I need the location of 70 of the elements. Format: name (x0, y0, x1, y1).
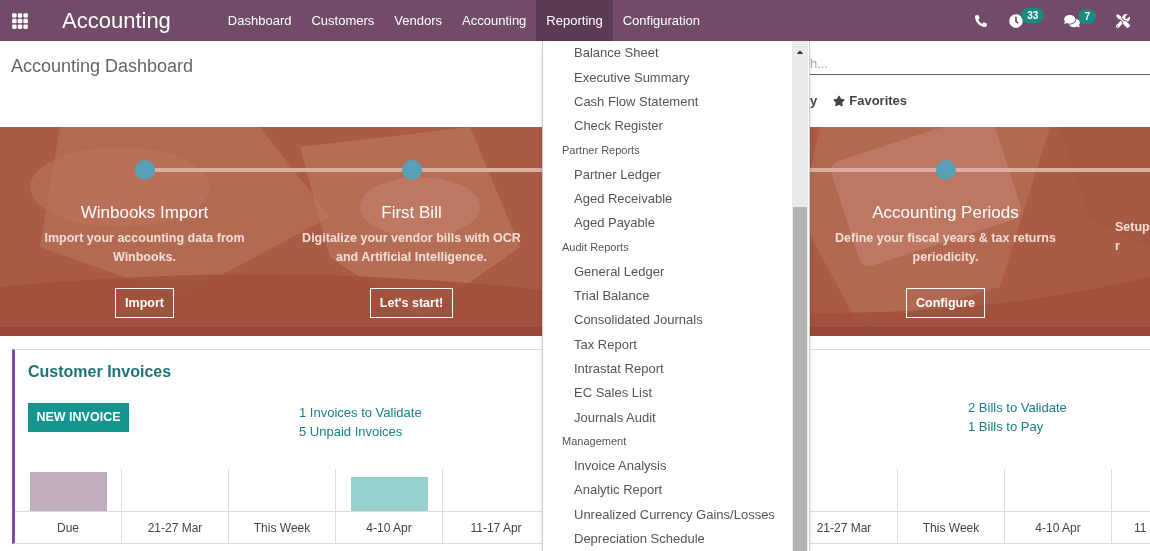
card-link[interactable]: 5 Unpaid Invoices (299, 422, 422, 441)
app-name: Accounting (62, 9, 171, 32)
scrollbar[interactable] (792, 41, 808, 551)
menu-item[interactable]: Tax Report (543, 332, 792, 357)
card-title: Customer Invoices (28, 362, 172, 382)
nav-menu-item[interactable]: Customers (301, 0, 385, 41)
menu-item[interactable]: Analytic Report (543, 478, 792, 503)
step-description: Setup (1115, 219, 1150, 236)
chart-label: Due (57, 519, 79, 537)
star-icon (833, 94, 846, 107)
app-grid-icon[interactable] (11, 11, 29, 30)
new-invoice-button[interactable]: NEW INVOICE (28, 403, 129, 432)
step-title: Accounting Periods (872, 203, 1019, 223)
menu-item[interactable]: Aged Payable (543, 210, 792, 236)
step-title: Winbooks Import (80, 203, 209, 223)
step-button[interactable]: Configure (906, 288, 985, 318)
menu-item[interactable]: Consolidated Journals (543, 308, 792, 333)
menu-section-header: Partner Reports (561, 143, 641, 158)
step-description: Digitalize your vendor bills with OCR (302, 230, 521, 247)
menu-item[interactable]: Unrealized Currency Gains/Losses (543, 502, 792, 527)
nav-menu-item[interactable]: Dashboard (217, 0, 302, 41)
menu-item[interactable]: Trial Balance (543, 283, 792, 309)
menu-item[interactable]: Check Register (543, 113, 792, 139)
menu-section-header: Audit Reports (561, 240, 630, 256)
activity-count: 33 (1021, 8, 1045, 23)
filter-label[interactable]: y (810, 91, 818, 111)
menu-item[interactable]: Depreciation Schedule (543, 526, 792, 551)
card-link[interactable]: 1 Invoices to Validate (299, 403, 422, 422)
menu-item[interactable]: Partner Ledger (543, 162, 792, 187)
step-description: and Artificial Intelligence. (336, 249, 487, 266)
step-description: Winbooks. (112, 249, 177, 266)
step-description: Import your accounting data from (44, 230, 245, 247)
menu-item[interactable]: Executive Summary (543, 65, 792, 90)
step-description: periodicity. (912, 249, 979, 266)
menu-item[interactable]: Journals Audit (543, 405, 792, 430)
scrollbar-thumb[interactable] (793, 207, 807, 551)
page-title: Accounting Dashboard (11, 56, 194, 76)
step-button[interactable]: Let's start! (369, 288, 454, 318)
menu-item[interactable]: Invoice Analysis (543, 453, 792, 479)
chart-label: This Week (253, 519, 311, 537)
menu-item[interactable]: General Ledger (543, 259, 792, 284)
nav-menu-item[interactable]: Reporting (536, 0, 613, 41)
favorites-label[interactable]: Favorites (849, 91, 908, 111)
chat-icon[interactable] (1064, 13, 1081, 28)
message-count: 7 (1078, 9, 1096, 24)
menu-item[interactable]: Balance Sheet (543, 41, 792, 66)
nav-menu-item[interactable]: Configuration (612, 0, 711, 41)
step-description: r (1115, 238, 1121, 255)
chart-label: 4-10 Apr (1035, 519, 1081, 537)
chart-label: 21-27 Mar (816, 519, 872, 537)
menu-section-header: Management (561, 434, 628, 450)
chart-label: 4-10 Apr (366, 519, 412, 537)
chart-label: 11-17 Apr (470, 519, 522, 537)
card-link[interactable]: 1 Bills to Pay (968, 417, 1067, 436)
chart-label: 11 (1134, 519, 1147, 537)
chart-label: This Week (922, 519, 980, 537)
phone-icon[interactable] (975, 14, 988, 27)
tools-icon[interactable] (1116, 13, 1130, 28)
nav-menu-item[interactable]: Accounting (452, 0, 537, 41)
step-button[interactable]: Import (115, 288, 174, 318)
step-title: First Bill (381, 203, 442, 223)
card-link[interactable]: 2 Bills to Validate (968, 398, 1067, 417)
chart-label: 21-27 Mar (147, 519, 203, 537)
step-description: Define your fiscal years & tax returns (835, 230, 1056, 247)
menu-item[interactable]: Aged Receivable (543, 186, 792, 211)
menu-item[interactable]: Intrastat Report (543, 356, 792, 381)
menu-item[interactable]: Cash Flow Statement (543, 89, 792, 114)
menu-item[interactable]: EC Sales List (543, 380, 792, 406)
clock-icon[interactable] (1009, 13, 1024, 28)
nav-menu-item[interactable]: Vendors (384, 0, 453, 41)
